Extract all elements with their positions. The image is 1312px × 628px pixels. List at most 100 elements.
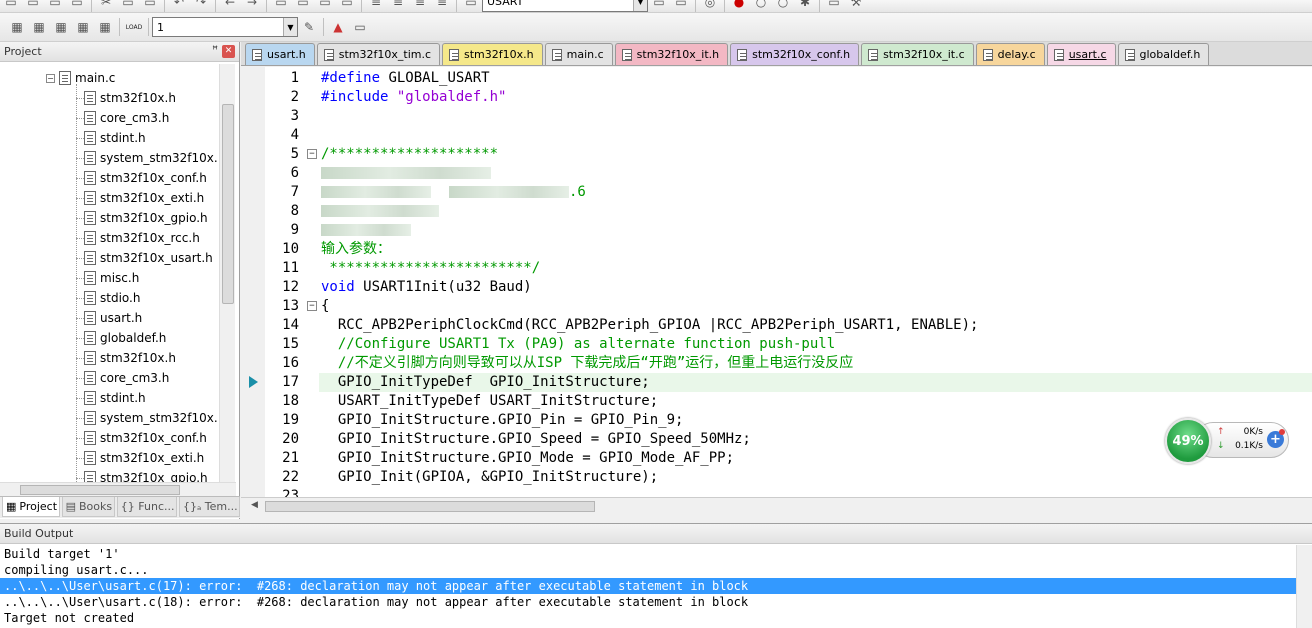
scrollbar-thumb[interactable] <box>265 501 595 512</box>
tab-stm32f10x-h[interactable]: stm32f10x.h <box>442 43 543 65</box>
find-icon[interactable]: ▭ <box>650 0 668 11</box>
output-line[interactable]: compiling usart.c... <box>0 562 1296 578</box>
uncomment-icon[interactable]: ≡ <box>433 0 451 11</box>
bookmark-clear-icon[interactable]: ▭ <box>338 0 356 11</box>
tree-item-file[interactable]: misc.h <box>84 268 139 288</box>
tree-item-file[interactable]: stm32f10x_conf.h <box>84 428 207 448</box>
editor-horizontal-scrollbar[interactable]: ◀ <box>241 497 1312 514</box>
tab-stm32f10x-tim-c[interactable]: stm32f10x_tim.c <box>316 43 441 65</box>
window-layout-icon[interactable]: ▭ <box>825 0 843 11</box>
tree-item-file[interactable]: stm32f10x.h <box>84 348 176 368</box>
paste-icon[interactable]: ▭ <box>141 0 159 11</box>
tab-usart-h[interactable]: usart.h <box>245 43 315 65</box>
tree-item-file[interactable]: stdint.h <box>84 128 146 148</box>
open-file-icon[interactable]: ▭ <box>24 0 42 11</box>
output-line[interactable]: Build target '1' <box>0 546 1296 562</box>
breakpoint-margin[interactable] <box>241 67 265 497</box>
tab-templates[interactable]: {}ₐ Tem... <box>178 497 241 517</box>
tree-item-file[interactable]: globaldef.h <box>84 328 166 348</box>
breakpoint-disable-icon[interactable]: ○ <box>752 0 770 11</box>
find-in-files-icon[interactable]: ▭ <box>462 0 480 11</box>
network-speed-widget[interactable]: 49% ↑ 0K/s ↓ 0.1K/s + <box>1165 418 1293 464</box>
scrollbar-thumb[interactable] <box>222 104 234 304</box>
scrollbar-thumb[interactable] <box>20 485 180 495</box>
nav-forward-icon[interactable]: → <box>243 0 261 11</box>
tree-item-file[interactable]: stm32f10x.h <box>84 88 176 108</box>
tree-item-file[interactable]: stm32f10x_exti.h <box>84 188 204 208</box>
breakpoint-icon[interactable]: ● <box>730 0 748 11</box>
save-all-icon[interactable]: ▭ <box>68 0 86 11</box>
tree-item-file[interactable]: core_cm3.h <box>84 368 169 388</box>
tab-usart-c[interactable]: usart.c <box>1046 43 1116 65</box>
tab-functions[interactable]: {} Func... <box>116 497 177 517</box>
batch-build-icon[interactable]: ▦ <box>74 18 92 36</box>
translate-icon[interactable]: ▦ <box>8 18 26 36</box>
output-line-error[interactable]: ..\..\..\User\usart.c(18): error: #268: … <box>0 594 1296 610</box>
copy-icon[interactable]: ▭ <box>119 0 137 11</box>
build-icon[interactable]: ▦ <box>30 18 48 36</box>
configure-icon[interactable]: ⚒ <box>847 0 865 11</box>
chevron-down-icon[interactable]: ▼ <box>633 0 647 11</box>
tab-globaldef-h[interactable]: globaldef.h <box>1117 43 1210 65</box>
bookmark-icon[interactable]: ▭ <box>272 0 290 11</box>
undo-icon[interactable]: ↶ <box>170 0 188 11</box>
tree-item-file[interactable]: system_stm32f10x.h <box>84 148 218 168</box>
tab-delay-c[interactable]: delay.c <box>975 43 1045 65</box>
new-file-icon[interactable]: ▭ <box>2 0 20 11</box>
collapse-icon[interactable]: − <box>46 73 55 83</box>
toolbar-separator <box>119 18 120 36</box>
incremental-find-icon[interactable]: ▭ <box>672 0 690 11</box>
target-combo[interactable]: 1 ▼ <box>152 17 298 37</box>
memory-percent-ball[interactable]: 49% <box>1165 418 1211 464</box>
tab-stm32f10x-conf-h[interactable]: stm32f10x_conf.h <box>730 43 860 65</box>
tree-item-file[interactable]: stm32f10x_rcc.h <box>84 228 200 248</box>
redo-icon[interactable]: ↷ <box>192 0 210 11</box>
debug-icon[interactable]: ◎ <box>701 0 719 11</box>
fold-collapse-icon[interactable]: − <box>307 149 317 159</box>
tree-item-file[interactable]: stm32f10x_conf.h <box>84 168 207 188</box>
comment-icon[interactable]: ≡ <box>411 0 429 11</box>
breakpoint-clear-icon[interactable]: ○ <box>774 0 792 11</box>
rebuild-icon[interactable]: ▦ <box>52 18 70 36</box>
tree-item-file[interactable]: stdio.h <box>84 288 140 308</box>
pin-icon[interactable]: ꟸ <box>212 45 218 58</box>
code-editor[interactable]: 1 2 3 4 5 6 7 8 9 10 11 12 13 14 15 16 17 18 19 20 21 22 23 − … <box>241 67 1312 497</box>
target-options-icon[interactable]: ✎ <box>300 18 318 36</box>
tree-vertical-scrollbar[interactable] <box>219 64 235 482</box>
tab-stm32f10x-it-c[interactable]: stm32f10x_it.c <box>861 43 974 65</box>
tab-stm32f10x-it-h[interactable]: stm32f10x_it.h <box>614 43 729 65</box>
tree-item-file[interactable]: stdint.h <box>84 388 146 408</box>
tree-item-file[interactable]: system_stm32f10x.h <box>84 408 218 428</box>
bookmark-prev-icon[interactable]: ▭ <box>294 0 312 11</box>
stop-build-icon[interactable]: ▦ <box>96 18 114 36</box>
breakpoint-kill-icon[interactable]: ✱ <box>796 0 814 11</box>
output-vertical-scrollbar[interactable] <box>1296 545 1312 628</box>
tab-project[interactable]: ▦ Project <box>2 497 60 517</box>
indent-icon[interactable]: ≡ <box>367 0 385 11</box>
output-line[interactable]: Target not created <box>0 610 1296 626</box>
tab-books[interactable]: ▤ Books <box>61 497 115 517</box>
bookmark-next-icon[interactable]: ▭ <box>316 0 334 11</box>
tree-item-file[interactable]: usart.h <box>84 308 142 328</box>
manage-books-icon[interactable]: ▭ <box>351 18 369 36</box>
cut-icon[interactable]: ✂ <box>97 0 115 11</box>
fold-collapse-icon[interactable]: − <box>307 301 317 311</box>
tree-horizontal-scrollbar[interactable] <box>0 482 236 496</box>
chevron-down-icon[interactable]: ▼ <box>283 18 297 36</box>
scroll-left-icon[interactable]: ◀ <box>251 500 258 510</box>
tree-item-file[interactable]: stm32f10x_usart.h <box>84 248 213 268</box>
tree-item-file[interactable]: stm32f10x_gpio.h <box>84 208 208 228</box>
nav-back-icon[interactable]: ← <box>221 0 239 11</box>
save-icon[interactable]: ▭ <box>46 0 64 11</box>
close-icon[interactable]: ✕ <box>222 45 235 58</box>
tree-item-file[interactable]: core_cm3.h <box>84 108 169 128</box>
tree-item-file[interactable]: stm32f10x_exti.h <box>84 448 204 468</box>
tab-main-c[interactable]: main.c <box>544 43 613 65</box>
tree-item-file[interactable]: stm32f10x_gpio.h <box>84 468 208 482</box>
manage-project-icon[interactable]: ▲ <box>329 18 347 36</box>
download-icon[interactable]: LOAD <box>125 18 143 36</box>
tree-item-main-c[interactable]: − main.c <box>46 68 115 88</box>
find-combo[interactable]: USART ▼ <box>482 0 648 12</box>
output-line-error-selected[interactable]: ..\..\..\User\usart.c(17): error: #268: … <box>0 578 1296 594</box>
unindent-icon[interactable]: ≡ <box>389 0 407 11</box>
